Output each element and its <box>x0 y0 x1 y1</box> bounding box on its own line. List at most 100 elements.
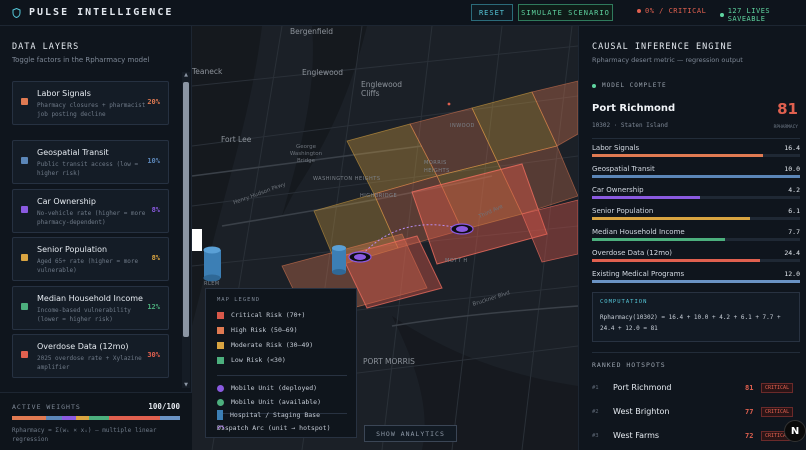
layer-description: Pharmacy closures + pharmacist job posti… <box>37 102 146 118</box>
layer-color-swatch <box>21 254 28 261</box>
layer-weight: 20% <box>147 98 160 106</box>
legend-risk-item: High Risk (50–69) <box>217 326 298 334</box>
factor-row: Overdose Data (12mo) 24.4 <box>592 249 800 270</box>
simulate-scenario-button[interactable]: SIMULATE SCENARIO <box>518 4 613 21</box>
saveable-dot-icon <box>720 13 724 17</box>
layer-card[interactable]: Labor Signals Pharmacy closures + pharmac… <box>12 81 169 125</box>
layers-scrollbar[interactable]: ▲ ▼ <box>182 72 190 388</box>
layer-card[interactable]: Median Household Income Income-based vuln… <box>12 286 169 330</box>
layer-card[interactable]: Car Ownership No-vehicle rate (higher = m… <box>12 189 169 233</box>
weight-segment <box>109 416 160 420</box>
weight-segment <box>62 416 76 420</box>
hotspot-row[interactable]: #2 West Brighton 77 CRITICAL <box>592 406 800 422</box>
mobile-available-icon <box>217 398 224 406</box>
factor-track <box>592 259 800 262</box>
legend-mobile-deployed: Mobile Unit (deployed) <box>217 384 317 392</box>
mobile-unit-deployed-2-icon[interactable] <box>450 223 474 235</box>
factor-track <box>592 175 800 178</box>
hospital-icon[interactable] <box>203 246 222 282</box>
hotspot-name: West Farms <box>613 431 660 440</box>
factor-name: Geospatial Transit <box>592 165 655 173</box>
layer-weight: 12% <box>147 303 160 311</box>
layer-name: Geospatial Transit <box>37 148 109 157</box>
hotspot-row[interactable]: #1 Port Richmond 81 CRITICAL <box>592 382 800 398</box>
layer-description: 2025 overdose rate + Xylazine amplifier <box>37 355 142 371</box>
scrollbar-thumb[interactable] <box>183 82 189 337</box>
map-label-mott: Mott H <box>445 258 468 264</box>
map-label-gw-bridge: George Washington Bridge <box>289 144 323 164</box>
engine-subtitle: Rpharmacy desert metric — regression out… <box>592 56 743 64</box>
risk-swatch <box>217 341 224 349</box>
hotspot-score: 72 <box>745 432 754 440</box>
engine-title: CAUSAL INFERENCE ENGINE <box>592 42 733 52</box>
factor-fill <box>592 280 800 283</box>
legend-risk-item: Critical Risk (70+) <box>217 311 305 319</box>
model-status-dot-icon <box>592 83 596 88</box>
data-layers-subtitle: Toggle factors in the Rpharmacy model <box>12 56 150 64</box>
critical-dot-icon <box>637 9 641 13</box>
hotspot-score: 77 <box>745 408 754 416</box>
scroll-down-icon[interactable]: ▼ <box>182 382 190 388</box>
risk-swatch <box>217 326 224 334</box>
legend-risk-label: Critical Risk (70+) <box>231 311 306 319</box>
layer-card[interactable]: Geospatial Transit Public transit access … <box>12 140 169 184</box>
map-label-harlem: RLEM <box>204 281 220 287</box>
hotspot-badge: CRITICAL <box>761 383 794 393</box>
map-view[interactable]: Bergenfield Teaneck Englewood Englewood … <box>192 26 578 450</box>
factor-row: Median Household Income 7.7 <box>592 228 800 249</box>
risk-score-label: RPHARMACY <box>773 125 798 130</box>
map-label-heights: HEIGHTS <box>424 168 450 174</box>
layer-weight: 8% <box>151 254 160 262</box>
layer-name: Labor Signals <box>37 89 91 98</box>
show-analytics-button[interactable]: SHOW ANALYTICS <box>364 425 457 442</box>
weights-formula: Rpharmacy = Σ(wᵢ × xᵢ) — multiple linear… <box>12 427 157 443</box>
map-legend-title: MAP LEGEND <box>217 297 261 303</box>
layer-color-swatch <box>21 98 28 105</box>
map-label-englewood: Englewood <box>302 68 344 77</box>
shield-icon <box>12 7 21 18</box>
layer-color-swatch <box>21 157 28 164</box>
factor-name: Existing Medical Programs <box>592 270 685 278</box>
selected-location: Port Richmond <box>592 103 676 114</box>
layer-description: Aged 65+ rate (higher = more vulnerable) <box>37 258 139 274</box>
hotspot-rank: #3 <box>592 433 599 439</box>
layer-name: Car Ownership <box>37 197 96 206</box>
layer-card[interactable]: Senior Population Aged 65+ rate (higher =… <box>12 237 169 281</box>
n-logo-icon[interactable]: N <box>784 420 806 442</box>
layer-card[interactable]: Overdose Data (12mo) 2025 overdose rate +… <box>12 334 169 378</box>
legend-hospital: Hospital / Staging Base <box>217 410 320 420</box>
factor-track <box>592 196 800 199</box>
layer-color-swatch <box>21 303 28 310</box>
app-title: PULSE INTELLIGENCE <box>29 7 174 18</box>
map-legend: MAP LEGEND Critical Risk (70+) High Risk … <box>205 288 357 438</box>
hospital-icon[interactable] <box>332 245 346 275</box>
hotspot-row[interactable]: #3 West Farms 72 CRITICAL <box>592 430 800 446</box>
scroll-up-icon[interactable]: ▲ <box>182 72 190 78</box>
mobile-unit-deployed-1-icon[interactable] <box>348 251 372 263</box>
factor-row: Car Ownership 4.2 <box>592 186 800 207</box>
weight-segment <box>12 416 46 420</box>
legend-divider <box>217 375 347 376</box>
layer-description: Income-based vulnerability (lower = high… <box>37 307 131 323</box>
weight-segment <box>45 416 63 420</box>
data-layers-panel: DATA LAYERS Toggle factors in the Rpharm… <box>0 26 192 450</box>
factor-track <box>592 217 800 220</box>
legend-mobile-available-label: Mobile Unit (available) <box>231 398 322 406</box>
layer-description: Public transit access (low = higher risk… <box>37 161 139 177</box>
legend-risk-item: Moderate Risk (30–49) <box>217 341 313 349</box>
factor-value: 24.4 <box>784 249 800 257</box>
weight-segment <box>89 416 110 420</box>
reset-button[interactable]: RESET <box>471 4 513 21</box>
hotspot-rank: #2 <box>592 409 599 415</box>
risk-score: 81 <box>777 100 798 118</box>
divider <box>592 138 800 139</box>
ranked-hotspots-title: RANKED HOTSPOTS <box>592 361 666 369</box>
factor-fill <box>592 238 726 241</box>
saveable-status: 127 LIVES SAVEABLE <box>720 7 806 23</box>
layer-weight: 10% <box>147 157 160 165</box>
hospital-legend-icon <box>217 410 223 420</box>
data-layers-title: DATA LAYERS <box>12 42 80 52</box>
active-weights-value: 100/100 <box>148 402 180 411</box>
risk-swatch <box>217 356 224 364</box>
layer-description: No-vehicle rate (higher = more pharmacy-… <box>37 210 146 226</box>
